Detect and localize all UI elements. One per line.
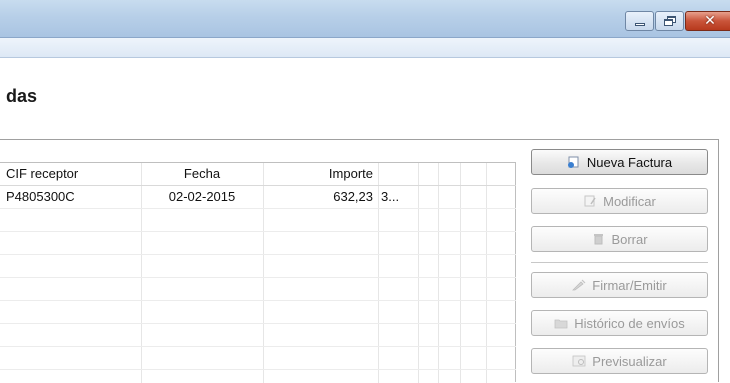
restore-button[interactable] (655, 11, 684, 31)
sign-emit-label: Firmar/Emitir (592, 277, 667, 293)
menu-bar (0, 38, 730, 58)
new-invoice-label: Nueva Factura (586, 154, 673, 170)
preview-icon (572, 355, 586, 367)
column-header-importe[interactable]: Importe (263, 163, 373, 185)
table-row-empty[interactable] (0, 278, 516, 301)
window-titlebar: ✕ (0, 0, 730, 38)
trash-icon (594, 234, 604, 245)
close-button[interactable]: ✕ (685, 11, 730, 31)
table-row[interactable]: P4805300C 02-02-2015 632,23 3... (0, 186, 516, 209)
preview-button[interactable]: Previsualizar (531, 348, 708, 374)
delete-button[interactable]: Borrar (531, 226, 708, 252)
table-header: CIF receptor Fecha Importe (0, 163, 516, 186)
table-row-empty[interactable] (0, 209, 516, 232)
cell-cif: P4805300C (6, 189, 75, 204)
folder-icon (554, 319, 568, 329)
close-icon: ✕ (704, 13, 716, 29)
cell-extra: 3... (381, 189, 400, 204)
table-row-empty[interactable] (0, 324, 516, 347)
column-header-fecha[interactable]: Fecha (141, 163, 263, 185)
cell-importe: 632,23 (333, 189, 373, 204)
new-document-icon (567, 156, 579, 168)
modify-label: Modificar (603, 193, 656, 209)
preview-label: Previsualizar (592, 353, 667, 369)
table-row-empty[interactable] (0, 347, 516, 370)
page-title: das (6, 86, 38, 106)
new-invoice-button[interactable]: Nueva Factura (531, 149, 708, 175)
table-row-empty[interactable] (0, 255, 516, 278)
table-row-empty[interactable] (0, 301, 516, 324)
invoices-table[interactable]: CIF receptor Fecha Importe P4805300C 02-… (0, 162, 516, 383)
modify-button[interactable]: Modificar (531, 188, 708, 214)
minimize-icon (634, 22, 645, 26)
table-row-empty[interactable] (0, 232, 516, 255)
sign-emit-button[interactable]: Firmar/Emitir (531, 272, 708, 298)
minimize-button[interactable] (625, 11, 654, 31)
restore-icon-front (664, 19, 673, 26)
column-header-cif[interactable]: CIF receptor (6, 163, 140, 185)
history-label: Histórico de envíos (574, 315, 685, 331)
button-separator (531, 262, 708, 263)
cell-fecha: 02-02-2015 (168, 189, 236, 204)
edit-icon (584, 195, 596, 207)
delete-label: Borrar (611, 231, 648, 247)
sign-pen-icon (572, 279, 586, 291)
history-button[interactable]: Histórico de envíos (531, 310, 708, 336)
